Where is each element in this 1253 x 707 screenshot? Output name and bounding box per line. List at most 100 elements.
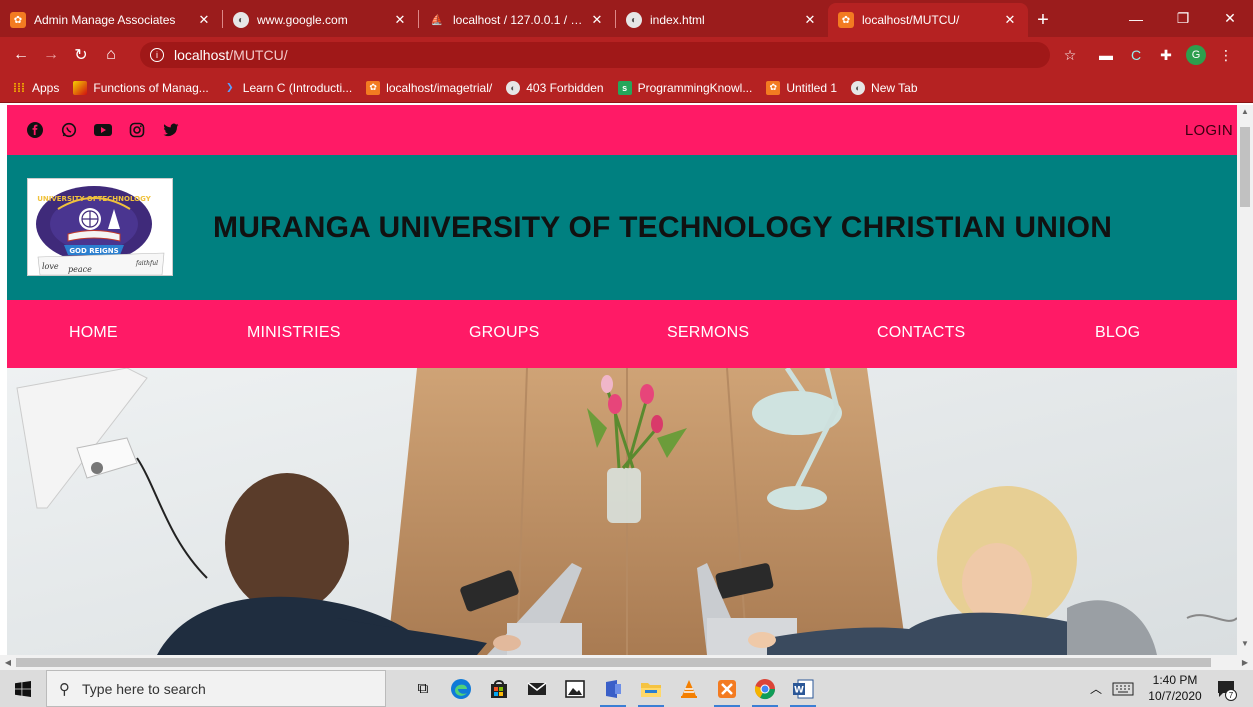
close-icon[interactable]: ✕ bbox=[589, 12, 605, 28]
tab-title: index.html bbox=[650, 13, 705, 27]
tab-title: localhost / 127.0.0.1 / syste bbox=[453, 13, 583, 27]
menu-kebab-icon[interactable]: ⋮ bbox=[1214, 42, 1238, 68]
home-button[interactable]: ⌂ bbox=[96, 40, 126, 70]
login-link[interactable]: LOGIN bbox=[1185, 122, 1233, 139]
bookmark-label: Untitled 1 bbox=[786, 80, 838, 95]
new-tab-button[interactable]: + bbox=[1028, 3, 1058, 37]
logo-footer-word-faithful: faithful bbox=[135, 260, 158, 267]
clock-time: 1:40 PM bbox=[1152, 673, 1198, 687]
c-icon: ❯ bbox=[225, 82, 234, 92]
logo-footer-word-love: love bbox=[42, 262, 59, 271]
tab-phpmyadmin[interactable]: ⛵ localhost / 127.0.0.1 / syste ✕ bbox=[419, 3, 615, 37]
close-icon[interactable]: ✕ bbox=[392, 12, 408, 28]
bookmark-functions[interactable]: Functions of Manag... bbox=[73, 80, 209, 95]
tab-title: Admin Manage Associates bbox=[34, 13, 176, 27]
extensions-puzzle-icon[interactable]: ✚ bbox=[1154, 42, 1178, 68]
close-window-button[interactable]: ✕ bbox=[1207, 0, 1253, 37]
tab-title: localhost/MUTCU/ bbox=[862, 13, 960, 27]
start-button[interactable] bbox=[0, 670, 46, 707]
tab-mutcu[interactable]: ✿ localhost/MUTCU/ ✕ bbox=[828, 3, 1028, 37]
file-explorer-icon[interactable] bbox=[632, 670, 670, 707]
address-bar[interactable]: i localhost/MUTCU/ bbox=[140, 42, 1050, 68]
nav-home[interactable]: HOME bbox=[69, 324, 118, 342]
microsoft-store-icon[interactable] bbox=[480, 670, 518, 707]
facebook-icon[interactable] bbox=[25, 120, 45, 140]
profile-initial: G bbox=[1186, 45, 1206, 65]
bookmark-apps[interactable]: ⁞⁞⁞ Apps bbox=[12, 81, 59, 95]
page-horizontal-scrollbar[interactable]: ◀ ▶ bbox=[0, 655, 1253, 670]
task-view-icon[interactable]: ⧉ bbox=[404, 670, 442, 707]
nav-blog[interactable]: BLOG bbox=[1095, 324, 1140, 342]
main-navigation: HOME MINISTRIES GROUPS SERMONS CONTACTS … bbox=[7, 300, 1237, 368]
nav-sermons[interactable]: SERMONS bbox=[667, 324, 749, 342]
nav-contacts[interactable]: CONTACTS bbox=[877, 324, 965, 342]
youtube-icon[interactable] bbox=[93, 120, 113, 140]
forward-button[interactable]: → bbox=[36, 40, 66, 70]
browser-toolbar: ← → ↻ ⌂ i localhost/MUTCU/ ☆ ▬ C ✚ G ⋮ bbox=[0, 37, 1253, 73]
notification-center-icon[interactable]: 7 bbox=[1212, 670, 1240, 707]
instagram-icon[interactable] bbox=[127, 120, 147, 140]
address-path: /MUTCU/ bbox=[229, 47, 288, 63]
reload-button[interactable]: ↻ bbox=[66, 40, 96, 70]
xampp-icon: ✿ bbox=[838, 12, 854, 28]
page-viewport: LOGIN UNIVERSITY OFTECHNOLOGY GOD REIGNS… bbox=[7, 105, 1237, 655]
photos-icon[interactable] bbox=[556, 670, 594, 707]
taskbar-clock[interactable]: 1:40 PM 10/7/2020 bbox=[1146, 672, 1204, 704]
word-icon[interactable]: W bbox=[784, 670, 822, 707]
tab-google[interactable]: ◐ www.google.com ✕ bbox=[223, 3, 418, 37]
restore-button[interactable]: ❐ bbox=[1160, 0, 1206, 37]
close-icon[interactable]: ✕ bbox=[1002, 12, 1018, 28]
profile-avatar[interactable]: G bbox=[1184, 42, 1208, 68]
extension-c-icon[interactable]: C bbox=[1124, 42, 1148, 68]
vlc-icon[interactable] bbox=[670, 670, 708, 707]
page-vertical-scrollbar[interactable]: ▲ ▼ bbox=[1237, 105, 1253, 655]
bookmark-star-icon[interactable]: ☆ bbox=[1058, 42, 1082, 68]
mutcu-logo[interactable]: UNIVERSITY OFTECHNOLOGY GOD REIGNS love … bbox=[27, 178, 173, 276]
scrollbar-thumb[interactable] bbox=[16, 658, 1211, 667]
browser-tab-bar: ✿ Admin Manage Associates ✕ ◐ www.google… bbox=[0, 0, 1253, 37]
scroll-up-arrow-icon[interactable]: ▲ bbox=[1237, 107, 1253, 121]
mail-icon[interactable] bbox=[518, 670, 556, 707]
keyboard-icon[interactable] bbox=[1108, 670, 1138, 707]
bookmark-untitled[interactable]: ✿ Untitled 1 bbox=[766, 80, 838, 95]
xampp-icon[interactable] bbox=[708, 670, 746, 707]
xampp-icon: ✿ bbox=[366, 80, 381, 95]
nav-ministries[interactable]: MINISTRIES bbox=[247, 324, 341, 342]
bookmark-new-tab[interactable]: ◐ New Tab bbox=[851, 80, 918, 95]
bookmark-label: localhost/imagetrial/ bbox=[386, 80, 493, 95]
bookmark-label: 403 Forbidden bbox=[526, 80, 604, 95]
bookmark-programmingknowledge[interactable]: s ProgrammingKnowl... bbox=[617, 80, 753, 95]
chrome-icon[interactable] bbox=[746, 670, 784, 707]
bookmark-imagetrial[interactable]: ✿ localhost/imagetrial/ bbox=[366, 80, 493, 95]
bookmark-learn-c[interactable]: ❯ Learn C (Introducti... bbox=[223, 81, 352, 95]
nav-groups[interactable]: GROUPS bbox=[469, 324, 540, 342]
close-icon[interactable]: ✕ bbox=[196, 12, 212, 28]
info-icon[interactable]: i bbox=[150, 48, 164, 62]
whatsapp-icon[interactable] bbox=[59, 120, 79, 140]
close-icon[interactable]: ✕ bbox=[802, 12, 818, 28]
edge-icon[interactable] bbox=[442, 670, 480, 707]
site-title: MURANGA UNIVERSITY OF TECHNOLOGY CHRISTI… bbox=[213, 211, 1113, 244]
logo-banner-text: GOD REIGNS bbox=[69, 247, 118, 255]
scrollbar-thumb[interactable] bbox=[1240, 127, 1250, 207]
twitter-icon[interactable] bbox=[161, 120, 181, 140]
back-button[interactable]: ← bbox=[6, 40, 36, 70]
bookmark-403[interactable]: ◐ 403 Forbidden bbox=[506, 80, 604, 95]
globe-icon: ◐ bbox=[506, 80, 521, 95]
show-hidden-icons-chevron-icon[interactable]: ︿ bbox=[1086, 670, 1106, 707]
social-top-bar: LOGIN bbox=[7, 105, 1237, 155]
apps-grid-icon: ⁞⁞⁞ bbox=[13, 80, 25, 95]
tab-admin-manage[interactable]: ✿ Admin Manage Associates ✕ bbox=[0, 3, 222, 37]
extension-cast-icon[interactable]: ▬ bbox=[1094, 42, 1118, 68]
tab-index-html[interactable]: ◐ index.html ✕ bbox=[616, 3, 828, 37]
minimize-button[interactable]: — bbox=[1113, 0, 1159, 37]
scroll-down-arrow-icon[interactable]: ▼ bbox=[1237, 639, 1253, 653]
svg-text:W: W bbox=[794, 685, 804, 695]
bookmark-label: ProgrammingKnowl... bbox=[637, 80, 753, 95]
taskbar-search-input[interactable]: ⚲ Type here to search bbox=[46, 670, 386, 707]
onenote-app-icon[interactable] bbox=[594, 670, 632, 707]
scroll-left-arrow-icon[interactable]: ◀ bbox=[0, 655, 16, 670]
brand-header: UNIVERSITY OFTECHNOLOGY GOD REIGNS love … bbox=[7, 155, 1237, 300]
scroll-right-arrow-icon[interactable]: ▶ bbox=[1237, 655, 1253, 670]
windows-logo-icon bbox=[15, 680, 31, 697]
